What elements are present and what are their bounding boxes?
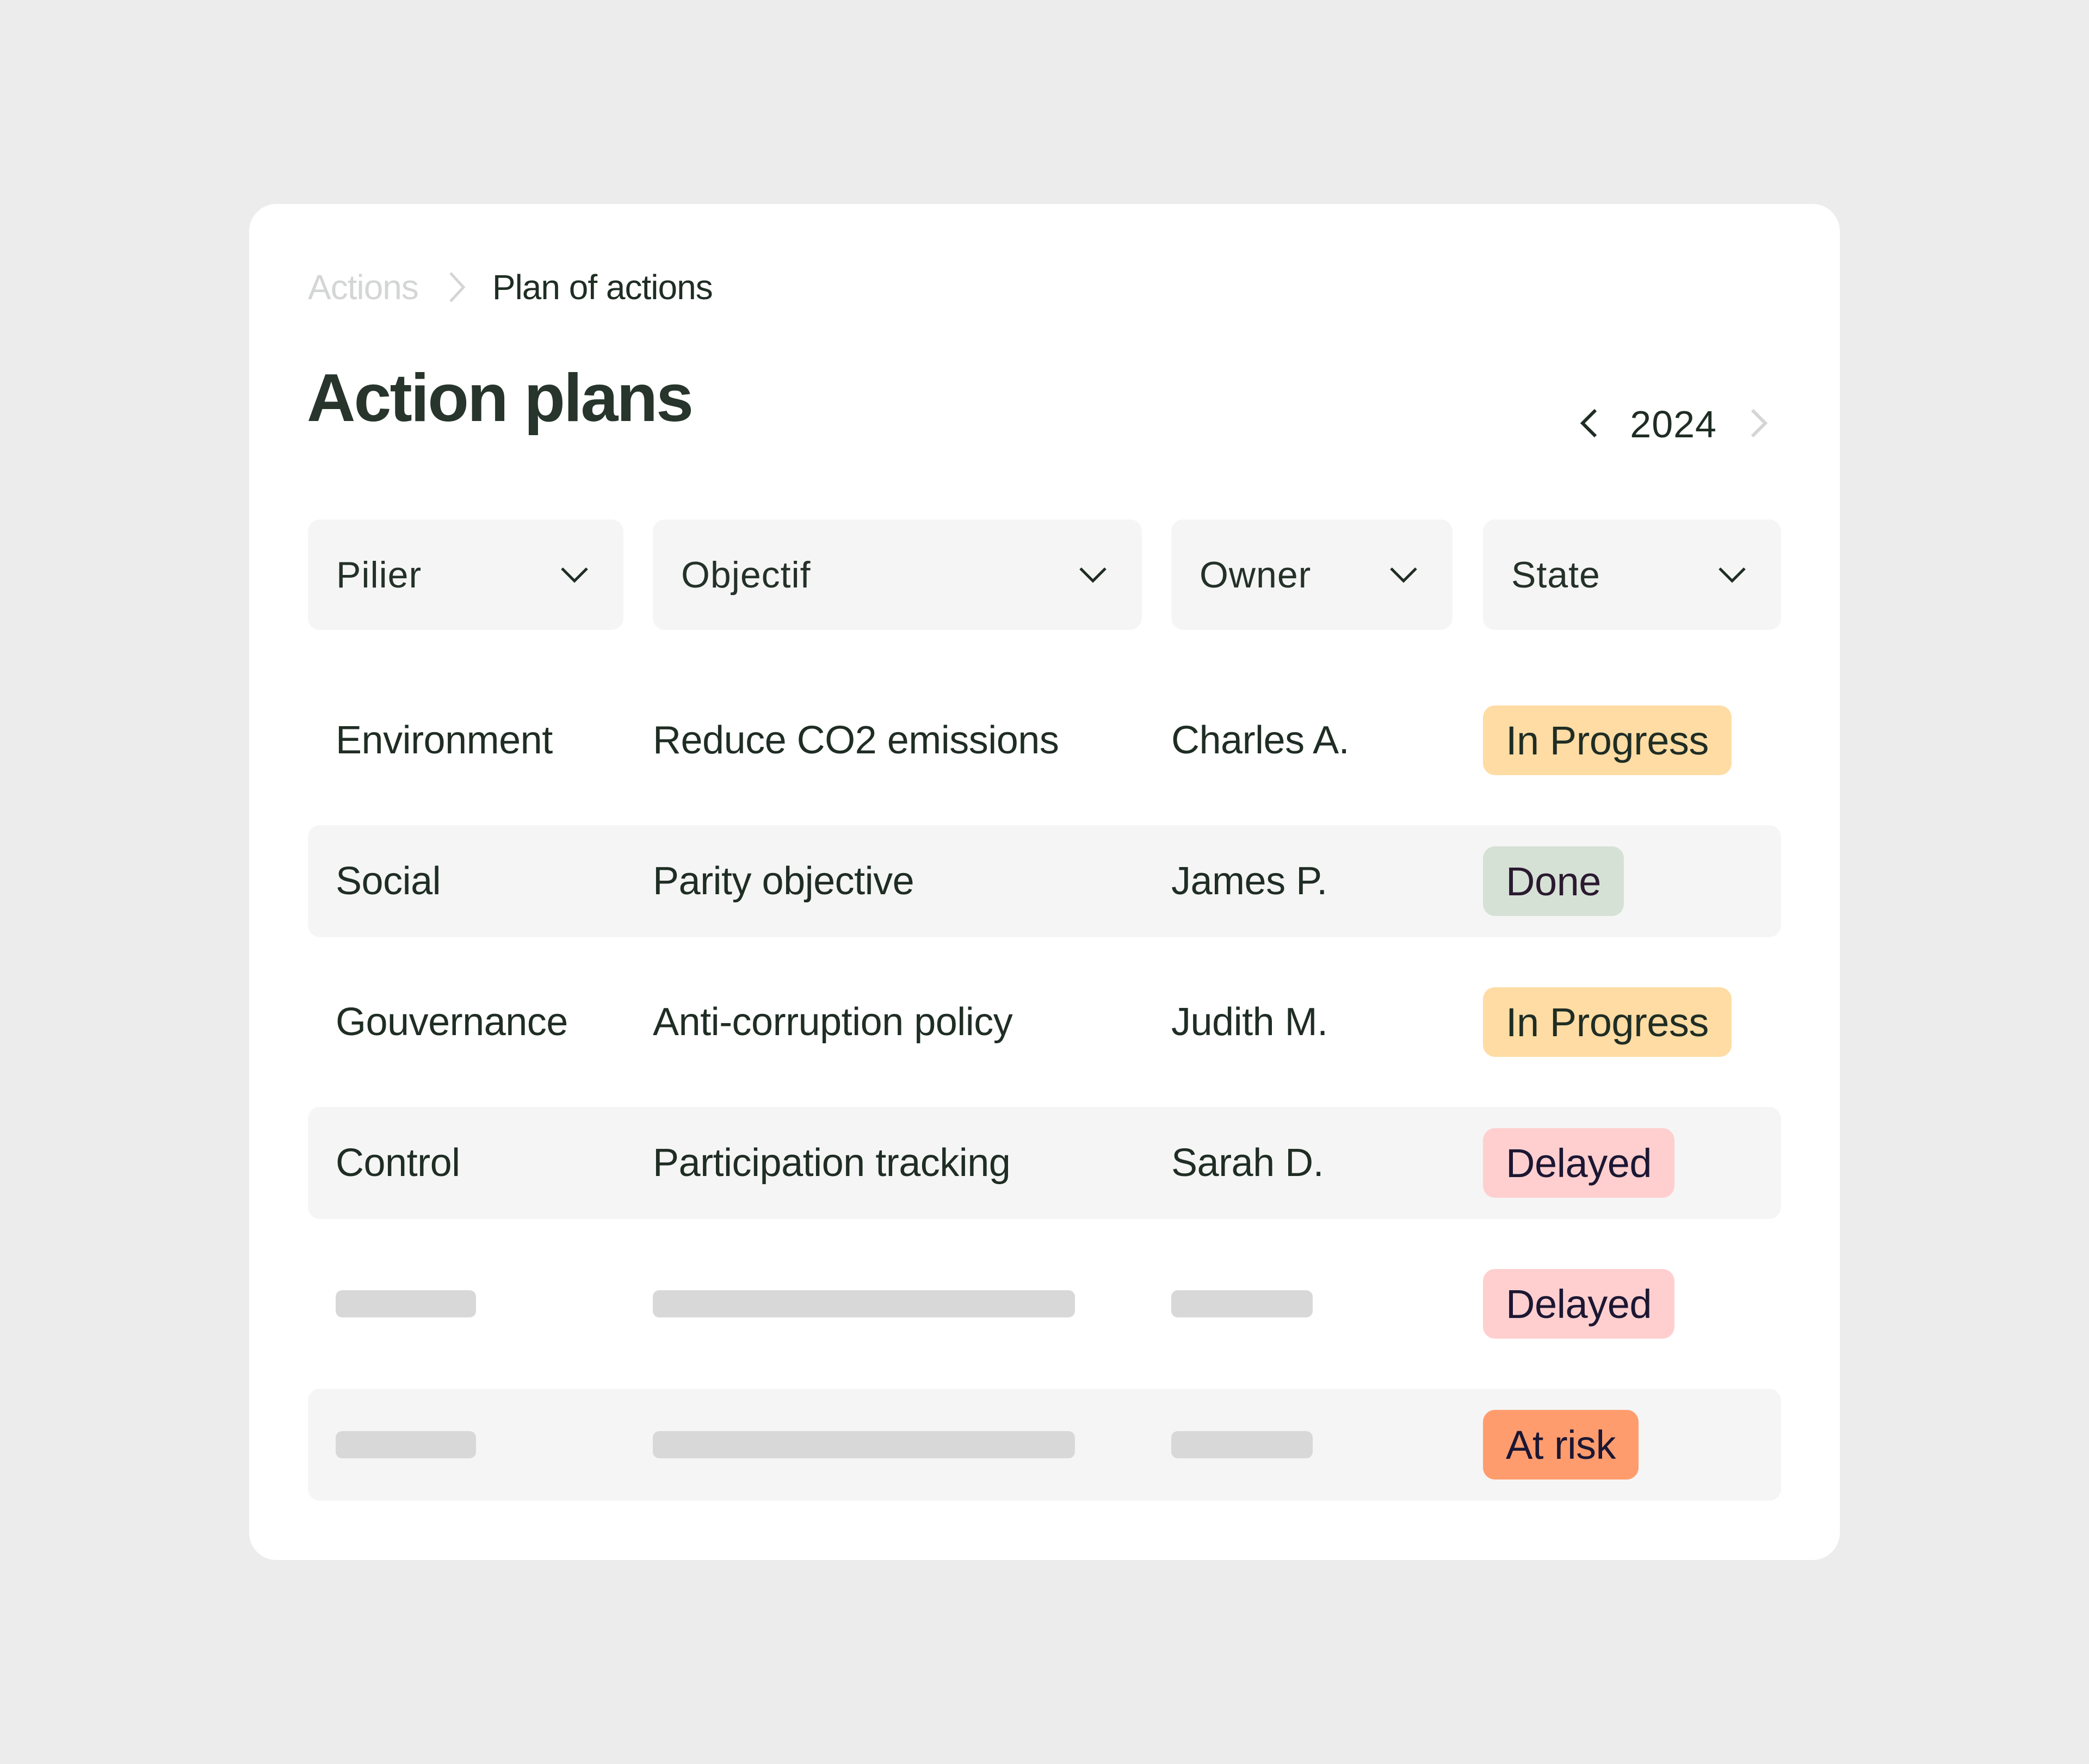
filter-objectif-dropdown[interactable]: Objectif bbox=[653, 519, 1142, 630]
filter-bar: Pilier Objectif Owner State bbox=[308, 519, 1781, 630]
status-badge: Delayed bbox=[1483, 1128, 1675, 1198]
status-badge: Delayed bbox=[1483, 1269, 1675, 1339]
status-badge: Done bbox=[1483, 846, 1624, 916]
cell-objectif: Anti-corruption policy bbox=[653, 1000, 1013, 1044]
cell-objectif bbox=[653, 1248, 1075, 1360]
action-plans-card: Actions Plan of actions Action plans 202… bbox=[249, 204, 1840, 1560]
cell-state: Delayed bbox=[1483, 1248, 1675, 1360]
breadcrumb: Actions Plan of actions bbox=[308, 263, 713, 312]
skeleton-bar bbox=[1171, 1290, 1313, 1317]
breadcrumb-item-plan-of-actions: Plan of actions bbox=[492, 268, 713, 307]
skeleton-bar bbox=[653, 1290, 1075, 1317]
chevron-left-icon bbox=[1579, 408, 1598, 441]
cell-owner: Sarah D. bbox=[1171, 1141, 1324, 1185]
cell-objectif bbox=[653, 1389, 1075, 1501]
chevron-down-icon bbox=[1077, 559, 1109, 591]
action-plans-table: Environment Reduce CO2 emissions Charles… bbox=[308, 684, 1781, 1530]
cell-owner bbox=[1171, 1248, 1313, 1360]
cell-pilier: Environment bbox=[336, 719, 553, 762]
filter-label: State bbox=[1511, 554, 1600, 596]
cell-state: Done bbox=[1483, 825, 1624, 937]
chevron-right-icon bbox=[1750, 408, 1769, 441]
year-label: 2024 bbox=[1630, 403, 1717, 445]
cell-owner: James P. bbox=[1171, 859, 1327, 903]
skeleton-bar bbox=[336, 1290, 476, 1317]
year-navigator: 2024 bbox=[1567, 397, 1781, 451]
filter-label: Owner bbox=[1200, 554, 1312, 596]
cell-owner: Charles A. bbox=[1171, 719, 1350, 762]
chevron-down-icon bbox=[1716, 559, 1748, 591]
chevron-down-icon bbox=[1387, 559, 1420, 591]
cell-objectif: Participation tracking bbox=[653, 1141, 1011, 1185]
cell-state: In Progress bbox=[1483, 684, 1732, 796]
skeleton-bar bbox=[1171, 1431, 1313, 1458]
cell-pilier: Gouvernance bbox=[336, 1000, 568, 1044]
chevron-down-icon bbox=[558, 559, 591, 591]
cell-state: At risk bbox=[1483, 1389, 1639, 1501]
cell-state: In Progress bbox=[1483, 966, 1732, 1078]
status-badge: In Progress bbox=[1483, 987, 1732, 1057]
cell-pilier bbox=[336, 1389, 476, 1501]
filter-label: Objectif bbox=[681, 554, 811, 596]
table-row-placeholder[interactable]: At risk bbox=[308, 1389, 1781, 1501]
previous-year-button[interactable] bbox=[1567, 400, 1610, 449]
chevron-right-icon bbox=[438, 268, 476, 306]
status-badge: In Progress bbox=[1483, 705, 1732, 775]
table-row[interactable]: Gouvernance Anti-corruption policy Judit… bbox=[308, 966, 1781, 1078]
table-row[interactable]: Control Participation tracking Sarah D. … bbox=[308, 1107, 1781, 1219]
table-row[interactable]: Environment Reduce CO2 emissions Charles… bbox=[308, 684, 1781, 796]
skeleton-bar bbox=[336, 1431, 476, 1458]
cell-objectif: Reduce CO2 emissions bbox=[653, 719, 1059, 762]
filter-pilier-dropdown[interactable]: Pilier bbox=[308, 519, 623, 630]
cell-state: Delayed bbox=[1483, 1107, 1675, 1219]
cell-owner bbox=[1171, 1389, 1313, 1501]
table-row-placeholder[interactable]: Delayed bbox=[308, 1248, 1781, 1360]
cell-pilier: Social bbox=[336, 859, 441, 903]
skeleton-bar bbox=[653, 1431, 1075, 1458]
cell-owner: Judith M. bbox=[1171, 1000, 1328, 1044]
page-title: Action plans bbox=[307, 361, 694, 436]
filter-label: Pilier bbox=[336, 554, 422, 596]
filter-state-dropdown[interactable]: State bbox=[1483, 519, 1781, 630]
filter-owner-dropdown[interactable]: Owner bbox=[1171, 519, 1453, 630]
status-badge: At risk bbox=[1483, 1410, 1639, 1480]
cell-pilier bbox=[336, 1248, 476, 1360]
cell-pilier: Control bbox=[336, 1141, 460, 1185]
cell-objectif: Parity objective bbox=[653, 859, 914, 903]
next-year-button[interactable] bbox=[1738, 400, 1781, 449]
breadcrumb-item-actions[interactable]: Actions bbox=[308, 267, 419, 307]
table-row[interactable]: Social Parity objective James P. Done bbox=[308, 825, 1781, 937]
